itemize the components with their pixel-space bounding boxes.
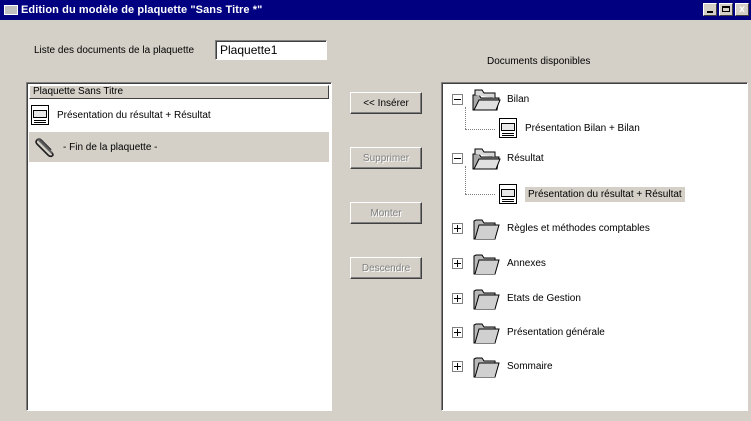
paperclip-icon (33, 135, 57, 159)
tree-leaf-bilan[interactable]: Présentation Bilan + Bilan (497, 117, 640, 139)
folder-open-icon (471, 86, 501, 112)
delete-button[interactable]: Supprimer (350, 147, 422, 169)
window-title: Edition du modèle de plaquette "Sans Tit… (21, 4, 263, 16)
tree-node-sommaire[interactable]: Sommaire (452, 353, 553, 379)
folder-open-icon (471, 145, 501, 171)
folder-closed-icon (471, 319, 501, 345)
expand-toggle-icon[interactable] (452, 222, 463, 234)
tree-node-regles[interactable]: Règles et méthodes comptables (452, 215, 650, 241)
insert-button[interactable]: << Insérer (350, 92, 422, 114)
plaquette-name-input[interactable] (215, 40, 327, 60)
window-controls: x (703, 3, 749, 16)
tree-leaf-label: Présentation du résultat + Résultat (525, 186, 685, 202)
move-up-button[interactable]: Monter (350, 202, 422, 224)
list-header: Plaquette Sans Titre (29, 85, 329, 99)
folder-closed-icon (471, 215, 501, 241)
list-item[interactable]: Présentation du résultat + Résultat (29, 102, 329, 128)
document-icon (497, 183, 519, 205)
collapse-toggle-icon[interactable] (452, 152, 463, 164)
title-bar[interactable]: Edition du modèle de plaquette "Sans Tit… (0, 0, 751, 20)
plaquette-document-list[interactable]: Plaquette Sans Titre Présentation du rés… (26, 82, 332, 411)
move-down-button[interactable]: Descendre (350, 257, 422, 279)
document-icon (497, 117, 519, 139)
minimize-button[interactable] (703, 3, 717, 16)
tree-node-etats-de-gestion[interactable]: Etats de Gestion (452, 285, 581, 311)
expand-toggle-icon[interactable] (452, 257, 463, 269)
tree-leaf-label: Présentation Bilan + Bilan (525, 122, 640, 134)
app-icon (4, 5, 18, 15)
expand-toggle-icon[interactable] (452, 292, 463, 304)
document-list-label: Liste des documents de la plaquette (34, 45, 195, 56)
maximize-button[interactable] (719, 3, 733, 16)
expand-toggle-icon[interactable] (452, 360, 463, 372)
list-item-selected[interactable]: - Fin de la plaquette - (29, 132, 329, 162)
available-documents-tree[interactable]: Bilan Présentation Bilan + Bilan Résulta… (441, 82, 748, 411)
collapse-toggle-icon[interactable] (452, 93, 463, 105)
document-icon (29, 104, 51, 126)
folder-closed-icon (471, 250, 501, 276)
tree-leaf-resultat-selected[interactable]: Présentation du résultat + Résultat (497, 183, 685, 205)
available-documents-label: Documents disponibles (487, 56, 591, 67)
tree-node-label: Résultat (507, 152, 544, 164)
tree-node-label: Annexes (507, 257, 546, 269)
dialog-window: Edition du modèle de plaquette "Sans Tit… (0, 0, 751, 421)
folder-closed-icon (471, 285, 501, 311)
tree-node-label: Etats de Gestion (507, 292, 581, 304)
list-item-label: - Fin de la plaquette - (63, 141, 158, 153)
tree-node-label: Bilan (507, 93, 530, 105)
list-item-label: Présentation du résultat + Résultat (57, 109, 211, 121)
tree-node-resultat[interactable]: Résultat (452, 145, 544, 171)
expand-toggle-icon[interactable] (452, 326, 463, 338)
close-button[interactable]: x (735, 3, 749, 16)
tree-node-annexes[interactable]: Annexes (452, 250, 546, 276)
tree-node-label: Présentation générale (507, 326, 605, 338)
tree-node-label: Sommaire (507, 360, 553, 372)
tree-node-presentation-generale[interactable]: Présentation générale (452, 319, 605, 345)
tree-node-bilan[interactable]: Bilan (452, 86, 529, 112)
tree-node-label: Règles et méthodes comptables (507, 222, 650, 234)
folder-closed-icon (471, 353, 501, 379)
